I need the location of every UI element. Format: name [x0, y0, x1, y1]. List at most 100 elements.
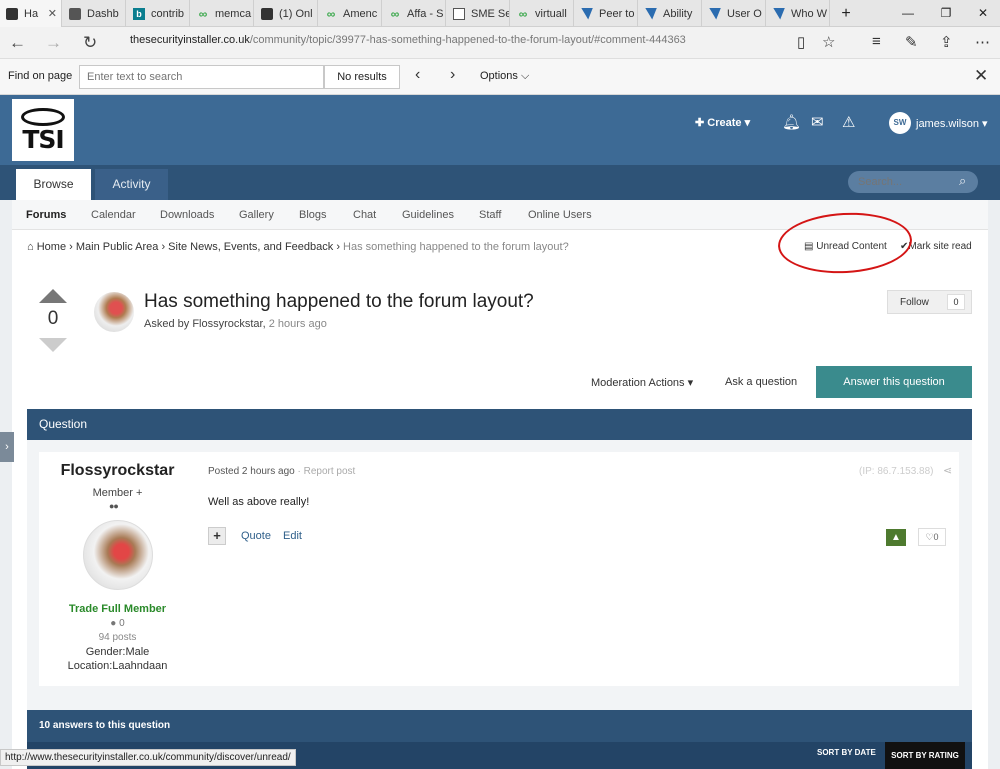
breadcrumb-home[interactable]: Home [37, 241, 66, 253]
subnav-chat[interactable]: Chat [353, 209, 376, 221]
find-options-button[interactable]: Options ⌵ [480, 70, 529, 83]
browser-tab[interactable]: ∞ virtuall [511, 0, 574, 27]
site-logo[interactable]: TSI [12, 99, 74, 161]
sort-by-rating-button[interactable]: SORT BY RATING [885, 742, 965, 769]
author-rank: Member + [92, 487, 143, 499]
author-group: Trade Full Member [68, 603, 167, 615]
favorite-star-icon[interactable]: ☆ [822, 33, 835, 51]
vote-up-icon[interactable] [39, 289, 67, 303]
breadcrumb-forum[interactable]: Site News, Events, and Feedback [168, 241, 333, 253]
follow-button[interactable]: Follow 0 [887, 290, 972, 314]
sidebar-toggle-icon[interactable]: › [0, 432, 14, 462]
author-post-count: 94 posts [98, 632, 137, 643]
asker-link[interactable]: Flossyrockstar, [192, 318, 265, 330]
browser-tab[interactable]: User O [703, 0, 766, 27]
subnav-downloads[interactable]: Downloads [160, 209, 214, 221]
user-avatar[interactable]: SW [889, 112, 911, 134]
hub-icon[interactable]: ≡ [872, 33, 881, 50]
close-tab-icon[interactable]: ✕ [48, 7, 57, 20]
logo-swirl-icon [21, 107, 65, 126]
site-header: TSI ✚ Create ▾ 🔔︎ ✉ ⚠ SW james.wilson ▾ [0, 95, 1000, 165]
browser-tab[interactable]: Who W [767, 0, 830, 27]
share-icon[interactable]: ⇪ [940, 33, 953, 51]
multiquote-button[interactable]: + [208, 527, 226, 545]
find-next-icon[interactable]: › [450, 66, 455, 84]
minimize-icon[interactable]: — [888, 0, 928, 27]
rank-pips: ●● [109, 501, 119, 511]
breadcrumb: ⌂ Home › Main Public Area › Site News, E… [27, 241, 569, 253]
answers-header: 10 answers to this question [27, 710, 972, 742]
browser-tab[interactable]: ∞ Amenc [319, 0, 382, 27]
ip-address[interactable]: (IP: 86.7.153.88) [859, 466, 934, 477]
subnav-gallery[interactable]: Gallery [239, 209, 274, 221]
share-post-icon[interactable]: ⋖ [943, 464, 952, 477]
reading-view-icon[interactable]: ▯ [797, 33, 805, 51]
edit-link[interactable]: Edit [283, 530, 302, 542]
post: Flossyrockstar Member + ●● Trade Full Me… [39, 452, 959, 686]
browser-tab[interactable]: Ability [639, 0, 702, 27]
more-icon[interactable]: ⋯ [975, 33, 990, 51]
author-gender: Gender:Male [85, 646, 150, 658]
author-avatar[interactable] [83, 520, 153, 590]
browser-tab[interactable]: ∞ Affa - S [383, 0, 446, 27]
subnav-guidelines[interactable]: Guidelines [402, 209, 454, 221]
ask-question-button[interactable]: Ask a question [725, 376, 797, 388]
create-button[interactable]: ✚ Create ▾ [695, 116, 750, 129]
find-close-icon[interactable]: ✕ [974, 66, 988, 86]
subnav-blogs[interactable]: Blogs [299, 209, 327, 221]
subnav-forums[interactable]: Forums [26, 209, 66, 221]
close-window-icon[interactable]: ✕ [963, 0, 1000, 27]
follow-count: 0 [947, 294, 965, 310]
refresh-icon[interactable]: ↻ [83, 33, 97, 53]
browser-tab[interactable]: Peer to [575, 0, 638, 27]
peer-favicon-icon [645, 7, 657, 20]
search-icon[interactable]: ⌕ [959, 173, 966, 189]
back-arrow-icon[interactable]: ← [9, 33, 26, 53]
reports-warning-icon[interactable]: ⚠ [842, 113, 855, 131]
reputation-badge[interactable]: ♡0 [918, 528, 946, 546]
notifications-bell-icon[interactable]: 🔔︎ [782, 113, 801, 131]
browser-tab[interactable]: b contrib [127, 0, 190, 27]
report-post-link[interactable]: · Report post [298, 466, 356, 477]
url-field[interactable]: thesecurityinstaller.co.uk/community/top… [130, 34, 686, 46]
vote-down-icon[interactable] [39, 338, 67, 352]
upvote-button[interactable]: ▲ [886, 529, 906, 546]
browser-tab[interactable]: ∞ memca [191, 0, 254, 27]
breadcrumb-area[interactable]: Main Public Area [76, 241, 159, 253]
forward-arrow-icon[interactable]: → [45, 33, 62, 53]
find-input[interactable] [79, 65, 324, 89]
author-name[interactable]: Flossyrockstar [39, 462, 196, 480]
infinity-favicon-icon: ∞ [390, 6, 400, 21]
new-tab-button[interactable]: + [826, 0, 866, 27]
find-results-count: No results [324, 65, 400, 89]
browser-tab[interactable]: Ha ✕ [0, 0, 62, 27]
peer-favicon-icon [581, 7, 593, 20]
content-card: Forums Calendar Downloads Gallery Blogs … [12, 200, 988, 769]
dashboard-favicon-icon [69, 7, 81, 20]
answer-question-button[interactable]: Answer this question [816, 366, 972, 398]
messages-envelope-icon[interactable]: ✉ [811, 113, 824, 131]
subnav-calendar[interactable]: Calendar [91, 209, 136, 221]
author-location: Location:Laahndaan [67, 660, 168, 672]
question-section: Flossyrockstar Member + ●● Trade Full Me… [27, 440, 972, 710]
post-meta: Posted 2 hours ago · Report post [208, 466, 356, 477]
browser-tab[interactable]: SME Se [447, 0, 510, 27]
tab-activity[interactable]: Activity [95, 169, 168, 200]
user-menu[interactable]: james.wilson ▾ [916, 117, 988, 130]
browser-tab[interactable]: Dashb [63, 0, 126, 27]
chevron-down-icon: ⌵ [520, 70, 530, 82]
find-bar: Find on page No results ‹ › Options ⌵ ✕ [0, 59, 1000, 95]
restore-icon[interactable]: ❐ [926, 0, 966, 27]
find-label: Find on page [8, 70, 73, 82]
asker-avatar[interactable] [94, 292, 134, 332]
tab-browse[interactable]: Browse [16, 169, 91, 200]
sort-by-date-button[interactable]: SORT BY DATE [817, 748, 876, 757]
home-icon: ⌂ [27, 241, 34, 253]
subnav-online-users[interactable]: Online Users [528, 209, 592, 221]
find-previous-icon[interactable]: ‹ [415, 66, 420, 84]
moderation-actions-button[interactable]: Moderation Actions ▾ [591, 376, 693, 389]
quote-link[interactable]: Quote [241, 530, 271, 542]
browser-tab[interactable]: (1) Onl [255, 0, 318, 27]
web-note-icon[interactable]: ✎ [905, 33, 918, 51]
subnav-staff[interactable]: Staff [479, 209, 501, 221]
